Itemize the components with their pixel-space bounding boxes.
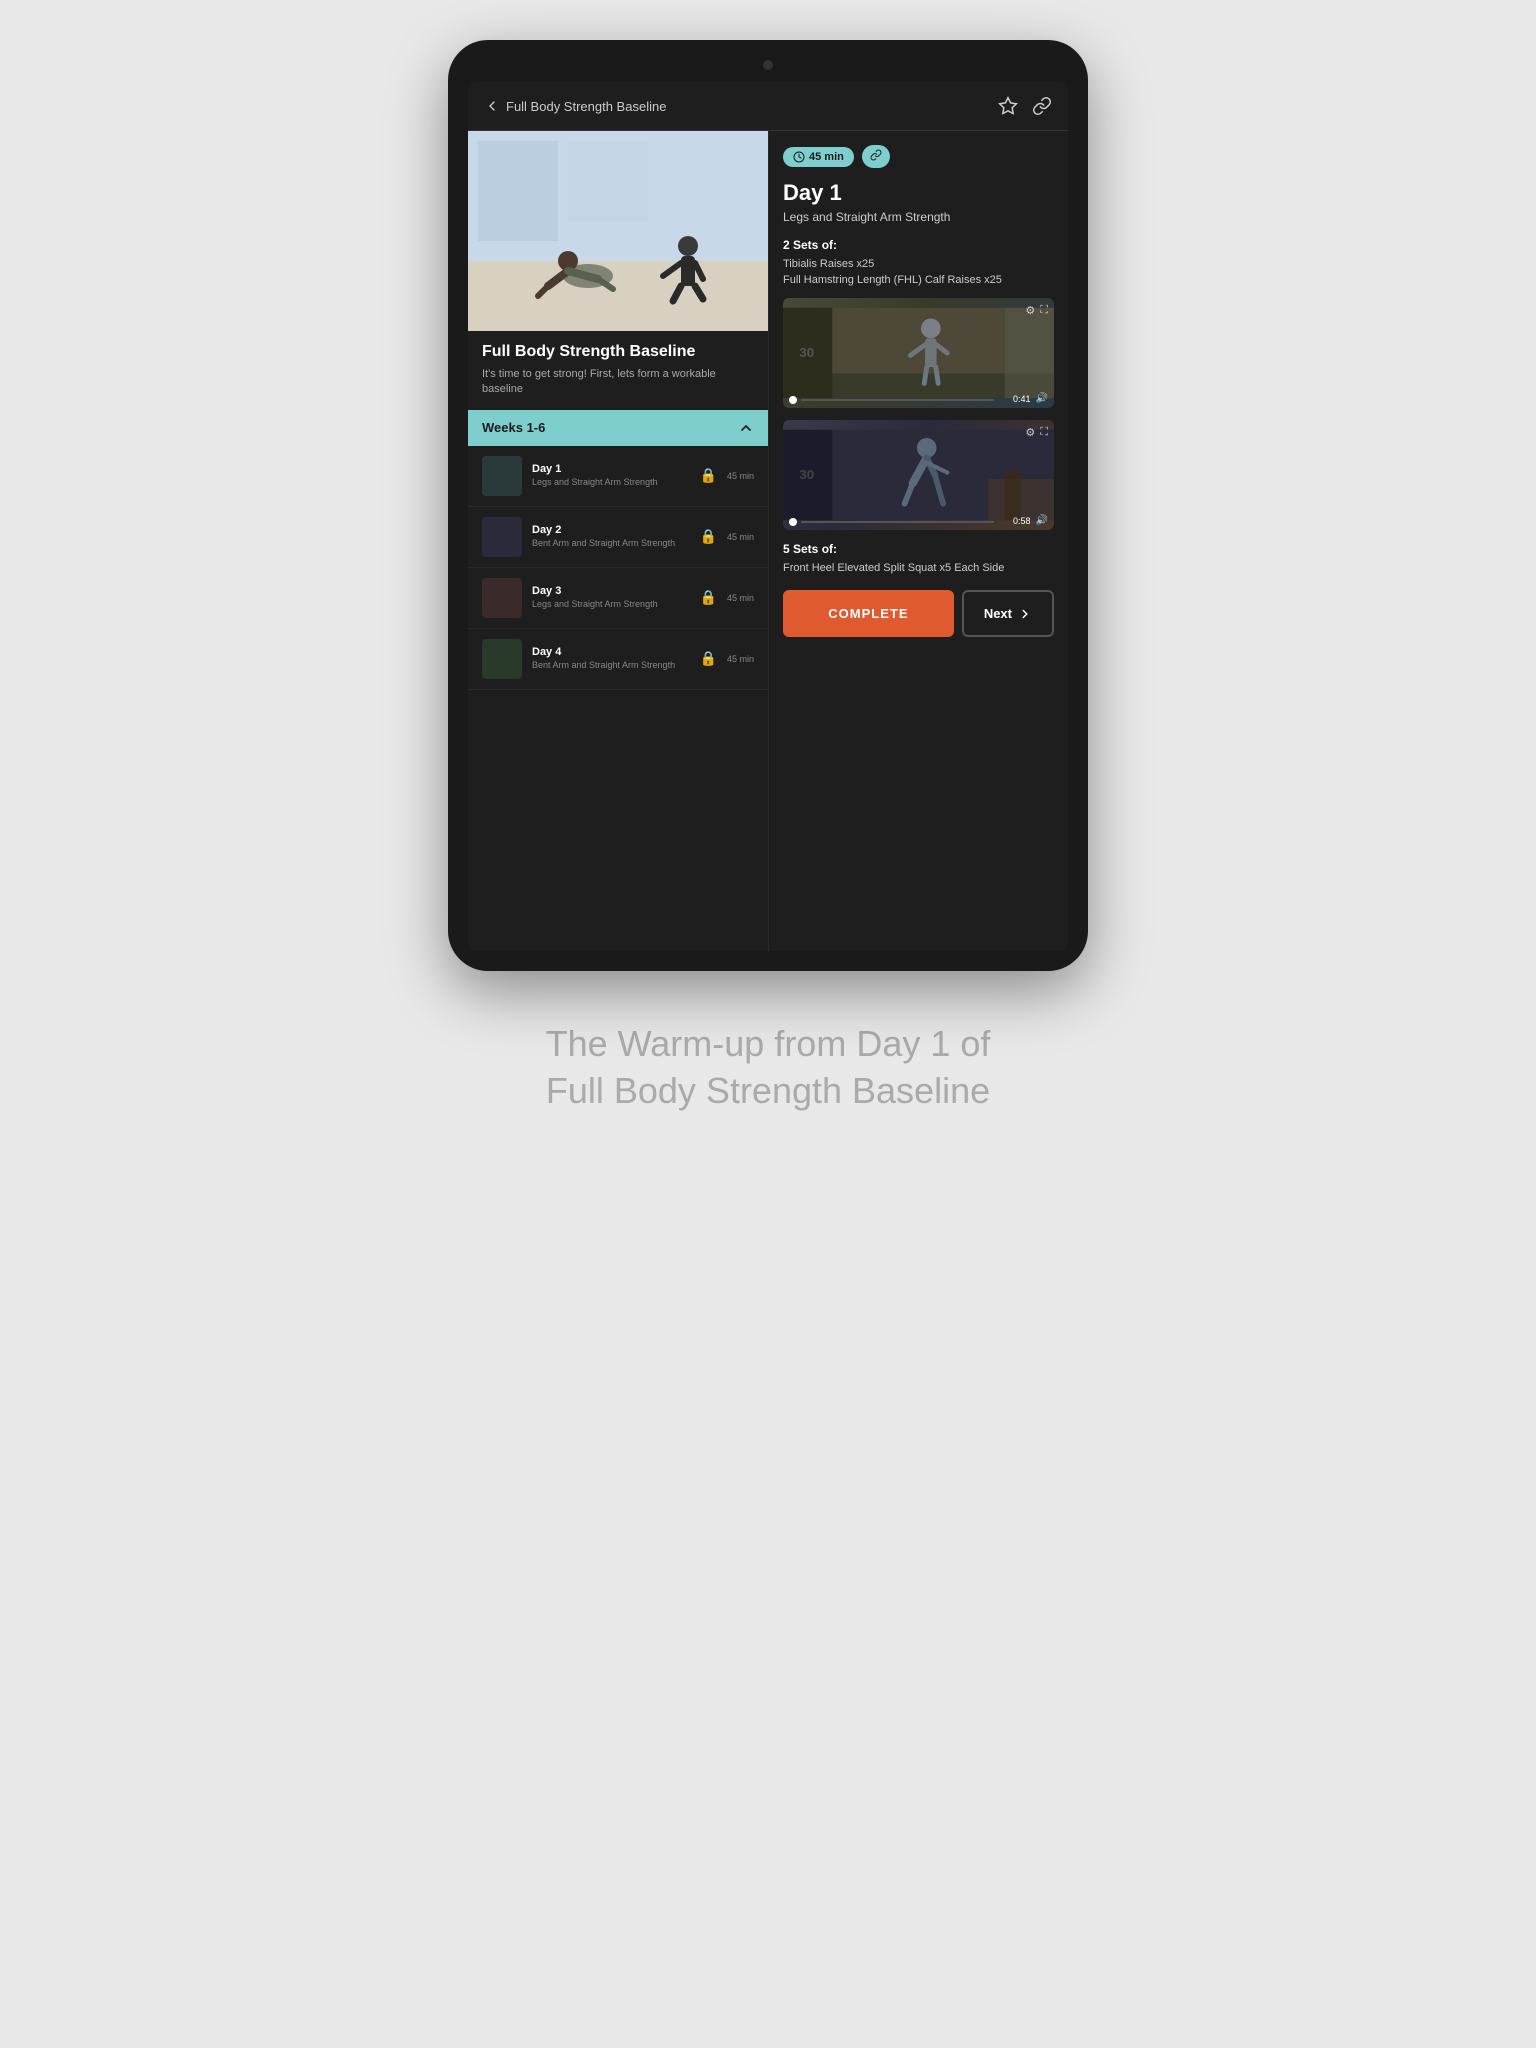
lock-icon: 🔒 xyxy=(700,589,717,606)
hero-illustration xyxy=(468,131,768,331)
day-name: Day 4 xyxy=(532,646,690,658)
right-panel: 45 min Day 1 Legs and Straight Arm Stren… xyxy=(768,131,1068,951)
day-subtitle: Bent Arm and Straight Arm Strength xyxy=(532,660,690,672)
link-icon[interactable] xyxy=(1032,96,1052,116)
volume-icon-2[interactable]: 🔊 xyxy=(1036,515,1048,526)
header-nav: Full Body Strength Baseline xyxy=(468,82,1068,131)
list-item[interactable]: Day 4 Bent Arm and Straight Arm Strength… xyxy=(468,629,768,690)
content-area: Full Body Strength Baseline It's time to… xyxy=(468,131,1068,951)
video-controls-1 xyxy=(789,396,994,404)
lock-icon: 🔒 xyxy=(700,528,717,545)
caption-text: The Warm-up from Day 1 ofFull Body Stren… xyxy=(546,1023,991,1111)
progress-bar-1[interactable] xyxy=(801,399,994,401)
gear-icon-1[interactable]: ⚙ xyxy=(1025,304,1035,317)
day-subtitle: Legs and Straight Arm Strength xyxy=(532,477,690,489)
back-button[interactable]: Full Body Strength Baseline xyxy=(484,98,666,114)
program-title: Full Body Strength Baseline xyxy=(482,343,754,361)
duration-label: 45 min xyxy=(809,151,844,163)
list-item[interactable]: Day 2 Bent Arm and Straight Arm Strength… xyxy=(468,507,768,568)
workout-meta: 45 min xyxy=(783,145,1054,168)
next-arrow-icon xyxy=(1018,607,1032,621)
workout-subtitle: Legs and Straight Arm Strength xyxy=(783,210,1054,224)
exercise-item-2: Front Heel Elevated Split Squat x5 Each … xyxy=(783,562,1054,574)
day-name: Day 2 xyxy=(532,524,690,536)
header-actions xyxy=(998,96,1052,116)
day-subtitle: Bent Arm and Straight Arm Strength xyxy=(532,538,690,550)
tablet-screen: Full Body Strength Baseline xyxy=(468,82,1068,951)
svg-text:30: 30 xyxy=(799,345,814,360)
day-info: Day 1 Legs and Straight Arm Strength xyxy=(532,463,690,489)
weeks-label: Weeks 1-6 xyxy=(482,420,545,435)
volume-icon-1[interactable]: 🔊 xyxy=(1036,393,1048,404)
duration-badge: 45 min xyxy=(783,147,854,167)
day-duration: 45 min xyxy=(727,593,754,603)
left-panel: Full Body Strength Baseline It's time to… xyxy=(468,131,768,951)
star-icon[interactable] xyxy=(998,96,1018,116)
next-label: Next xyxy=(984,606,1012,621)
back-label: Full Body Strength Baseline xyxy=(506,99,666,114)
day-info: Day 3 Legs and Straight Arm Strength xyxy=(532,585,690,611)
day-duration: 45 min xyxy=(727,471,754,481)
exercise-item: Tibialis Raises x25 xyxy=(783,258,1054,270)
bottom-actions: COMPLETE Next xyxy=(783,590,1054,637)
video-top-controls-1: ⚙ ⛶ xyxy=(1025,304,1048,317)
video-content-1: 30 xyxy=(783,298,1054,408)
video-player-1[interactable]: 30 ▶ xyxy=(783,298,1054,408)
hero-image-bg xyxy=(468,131,768,331)
list-item[interactable]: Day 3 Legs and Straight Arm Strength 🔒 4… xyxy=(468,568,768,629)
video-icons-2: 0:58 🔊 xyxy=(1013,515,1048,526)
day-duration: 45 min xyxy=(727,532,754,542)
video-player-2[interactable]: 30 ▶ xyxy=(783,420,1054,530)
day-thumbnail xyxy=(482,517,522,557)
clock-icon xyxy=(793,151,805,163)
lock-icon: 🔒 xyxy=(700,467,717,484)
expand-icon-1[interactable]: ⛶ xyxy=(1040,304,1048,317)
sets-label-2: 5 Sets of: xyxy=(783,542,1054,556)
day-name: Day 1 xyxy=(532,463,690,475)
workout-title: Day 1 xyxy=(783,180,1054,206)
day-duration: 45 min xyxy=(727,654,754,664)
chevron-up-icon xyxy=(738,420,754,436)
progress-dot-2 xyxy=(789,518,797,526)
day-name: Day 3 xyxy=(532,585,690,597)
progress-bar-2[interactable] xyxy=(801,521,994,523)
program-description: It's time to get strong! First, lets for… xyxy=(482,367,754,398)
video-icons-1: 0:41 🔊 xyxy=(1013,393,1048,404)
exercise-item: Full Hamstring Length (FHL) Calf Raises … xyxy=(783,274,1054,286)
page-caption: The Warm-up from Day 1 ofFull Body Stren… xyxy=(546,1021,991,1115)
progress-dot-1 xyxy=(789,396,797,404)
day-thumbnail xyxy=(482,456,522,496)
day-info: Day 4 Bent Arm and Straight Arm Strength xyxy=(532,646,690,672)
next-button[interactable]: Next xyxy=(962,590,1054,637)
svg-text:30: 30 xyxy=(799,467,814,482)
day-info: Day 2 Bent Arm and Straight Arm Strength xyxy=(532,524,690,550)
weeks-header[interactable]: Weeks 1-6 xyxy=(468,410,768,446)
back-icon xyxy=(484,98,500,114)
video-content-2: 30 xyxy=(783,420,1054,530)
day-subtitle: Legs and Straight Arm Strength xyxy=(532,599,690,611)
complete-button[interactable]: COMPLETE xyxy=(783,590,954,637)
tablet-device: Full Body Strength Baseline xyxy=(448,40,1088,971)
video-top-controls-2: ⚙ ⛶ xyxy=(1025,426,1048,439)
expand-icon-2[interactable]: ⛶ xyxy=(1040,426,1048,439)
day-thumbnail xyxy=(482,639,522,679)
list-item[interactable]: Day 1 Legs and Straight Arm Strength 🔒 4… xyxy=(468,446,768,507)
hero-image xyxy=(468,131,768,331)
video-bg-2: 30 ▶ xyxy=(783,420,1054,530)
program-info: Full Body Strength Baseline It's time to… xyxy=(468,331,768,410)
day-list: Day 1 Legs and Straight Arm Strength 🔒 4… xyxy=(468,446,768,951)
day-thumbnail xyxy=(482,578,522,618)
video-bg-1: 30 ▶ xyxy=(783,298,1054,408)
link-badge-icon xyxy=(870,149,882,161)
gear-icon-2[interactable]: ⚙ xyxy=(1025,426,1035,439)
sets-label-1: 2 Sets of: xyxy=(783,238,1054,252)
video-time-1: 0:41 xyxy=(1013,394,1031,404)
lock-icon: 🔒 xyxy=(700,650,717,667)
video-time-2: 0:58 xyxy=(1013,516,1031,526)
tablet-camera xyxy=(763,60,773,70)
link-badge[interactable] xyxy=(862,145,890,168)
video-controls-2 xyxy=(789,518,994,526)
